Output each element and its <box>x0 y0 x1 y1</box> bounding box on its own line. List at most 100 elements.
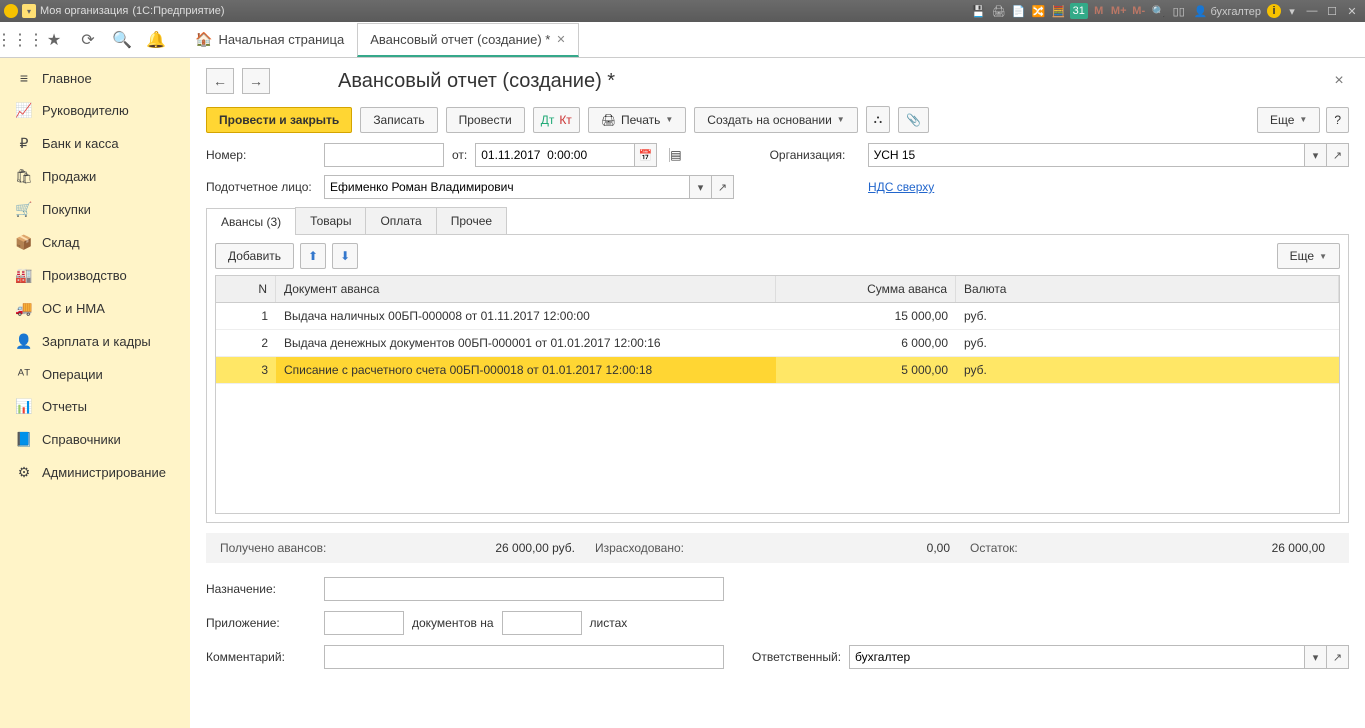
sidebar-label: Зарплата и кадры <box>42 334 151 349</box>
calc-icon[interactable]: 🧮 <box>1050 3 1068 19</box>
person-input[interactable] <box>324 175 690 199</box>
purpose-input[interactable] <box>324 577 724 601</box>
tab-goods[interactable]: Товары <box>295 207 366 234</box>
close-page-icon[interactable]: × <box>1329 72 1349 90</box>
sidebar-item-hr[interactable]: 👤 Зарплата и кадры <box>0 325 190 358</box>
move-down-button[interactable]: ⬇ <box>332 243 358 269</box>
person-icon: 👤 <box>16 333 32 350</box>
titlebar-menu-icon[interactable]: ▾ <box>22 4 36 18</box>
info-icon[interactable]: i <box>1267 4 1281 18</box>
calendar-icon[interactable]: 31 <box>1070 3 1088 19</box>
close-window-icon[interactable]: ✕ <box>1343 3 1361 19</box>
org-open-button[interactable]: ↗ <box>1327 143 1349 167</box>
sidebar-label: Администрирование <box>42 465 166 480</box>
btn-label: Провести <box>459 113 512 127</box>
zoom-icon[interactable]: 🔍 <box>1150 3 1168 19</box>
sidebar-item-refs[interactable]: 📘Справочники <box>0 423 190 456</box>
tab-other[interactable]: Прочее <box>436 207 507 234</box>
balance-value: 26 000,00 <box>1272 541 1325 555</box>
sidebar-item-warehouse[interactable]: 📦Склад <box>0 226 190 259</box>
dtkt-button[interactable]: ДтКт <box>533 107 580 133</box>
org-input[interactable] <box>868 143 1305 167</box>
sidebar-label: Покупки <box>42 202 91 217</box>
attach-button[interactable]: 📎 <box>898 107 929 133</box>
history-icon[interactable]: ⟳ <box>74 26 102 54</box>
print-icon[interactable]: 🖨 <box>990 3 1008 19</box>
panels-icon[interactable]: ▯▯ <box>1170 3 1188 19</box>
sidebar-item-operations[interactable]: ᴬᵀОперации <box>0 358 190 390</box>
attach-sheets-input[interactable] <box>502 611 582 635</box>
search-icon[interactable]: 🔍 <box>108 26 136 54</box>
add-row-button[interactable]: Добавить <box>215 243 294 269</box>
sidebar-item-sales[interactable]: 🛍Продажи <box>0 160 190 193</box>
dropdown-icon[interactable]: ▾ <box>1283 3 1301 19</box>
date-input[interactable] <box>475 143 635 167</box>
person-open-button[interactable]: ↗ <box>712 175 734 199</box>
compare-icon[interactable]: 🔀 <box>1030 3 1048 19</box>
sidebar-item-purchases[interactable]: 🛒Покупки <box>0 193 190 226</box>
more1-button[interactable]: Еще▼ <box>1257 107 1320 133</box>
comment-input[interactable] <box>324 645 724 669</box>
cell-cur: руб. <box>956 357 1339 383</box>
move-up-button[interactable]: ⬆ <box>300 243 326 269</box>
forward-button[interactable]: → <box>242 68 270 94</box>
bell-icon[interactable]: 🔔 <box>142 26 170 54</box>
attach-docs-input[interactable] <box>324 611 404 635</box>
org-select-button[interactable]: ▾ <box>1305 143 1327 167</box>
more2-button[interactable]: Еще▼ <box>1277 243 1340 269</box>
table-row-selected[interactable]: 3 Списание с расчетного счета 00БП-00001… <box>216 357 1339 384</box>
sidebar-item-main[interactable]: ≡Главное <box>0 62 190 94</box>
tab-payment[interactable]: Оплата <box>365 207 436 234</box>
save-icon[interactable]: 💾 <box>970 3 988 19</box>
cell-cur: руб. <box>956 330 1339 356</box>
sidebar-item-assets[interactable]: 🚚ОС и НМА <box>0 292 190 325</box>
m-minus-icon[interactable]: M- <box>1130 3 1148 19</box>
date-extra-button[interactable]: ▤ <box>669 148 681 162</box>
back-button[interactable]: ← <box>206 68 234 94</box>
sidebar-item-production[interactable]: 🏭Производство <box>0 259 190 292</box>
sidebar-item-reports[interactable]: 📊Отчеты <box>0 390 190 423</box>
bars-icon: 📊 <box>16 398 32 415</box>
responsible-select-button[interactable]: ▾ <box>1305 645 1327 669</box>
structure-button[interactable]: ⛬ <box>866 106 890 133</box>
help-button[interactable]: ? <box>1326 107 1349 133</box>
sidebar-label: Руководителю <box>42 103 129 118</box>
app-name: (1С:Предприятие) <box>132 5 224 17</box>
doc-icon[interactable]: 📄 <box>1010 3 1028 19</box>
nds-link[interactable]: НДС сверху <box>868 180 934 194</box>
col-sum[interactable]: Сумма аванса <box>776 276 956 302</box>
tab-document[interactable]: Авансовый отчет (создание) * ✕ <box>357 23 578 57</box>
post-and-close-button[interactable]: Провести и закрыть <box>206 107 352 133</box>
responsible-open-button[interactable]: ↗ <box>1327 645 1349 669</box>
print-button[interactable]: 🖨Печать▼ <box>588 107 686 133</box>
page-title: Авансовый отчет (создание) * <box>338 70 615 93</box>
write-button[interactable]: Записать <box>360 107 437 133</box>
col-cur[interactable]: Валюта <box>956 276 1339 302</box>
number-input[interactable] <box>324 143 444 167</box>
table-row[interactable]: 1 Выдача наличных 00БП-000008 от 01.11.2… <box>216 303 1339 330</box>
person-select-button[interactable]: ▾ <box>690 175 712 199</box>
apps-icon[interactable]: ⋮⋮⋮ <box>6 26 34 54</box>
m-plus-icon[interactable]: M+ <box>1110 3 1128 19</box>
star-icon[interactable]: ★ <box>40 26 68 54</box>
minimize-icon[interactable]: — <box>1303 3 1321 19</box>
sidebar-item-manager[interactable]: 📈Руководителю <box>0 94 190 127</box>
sidebar-item-bank[interactable]: ₽Банк и касса <box>0 127 190 160</box>
sidebar-item-admin[interactable]: ⚙Администрирование <box>0 456 190 489</box>
table-row[interactable]: 2 Выдача денежных документов 00БП-000001… <box>216 330 1339 357</box>
tab-advances[interactable]: Авансы (3) <box>206 208 296 235</box>
document-tabs: Авансы (3) Товары Оплата Прочее <box>206 207 1349 235</box>
calendar-button[interactable]: 📅 <box>635 143 657 167</box>
col-doc[interactable]: Документ аванса <box>276 276 776 302</box>
maximize-icon[interactable]: ☐ <box>1323 3 1341 19</box>
post-button[interactable]: Провести <box>446 107 525 133</box>
tab-home[interactable]: 🏠 Начальная страница <box>182 22 357 57</box>
chevron-down-icon: ▼ <box>665 115 673 124</box>
m-icon[interactable]: M <box>1090 3 1108 19</box>
tab-close-icon[interactable]: ✕ <box>556 33 565 46</box>
attach-mid-label: документов на <box>412 616 494 630</box>
responsible-input[interactable] <box>849 645 1305 669</box>
create-based-button[interactable]: Создать на основании▼ <box>694 107 857 133</box>
user-name[interactable]: бухгалтер <box>1210 6 1261 18</box>
col-n[interactable]: N <box>216 276 276 302</box>
